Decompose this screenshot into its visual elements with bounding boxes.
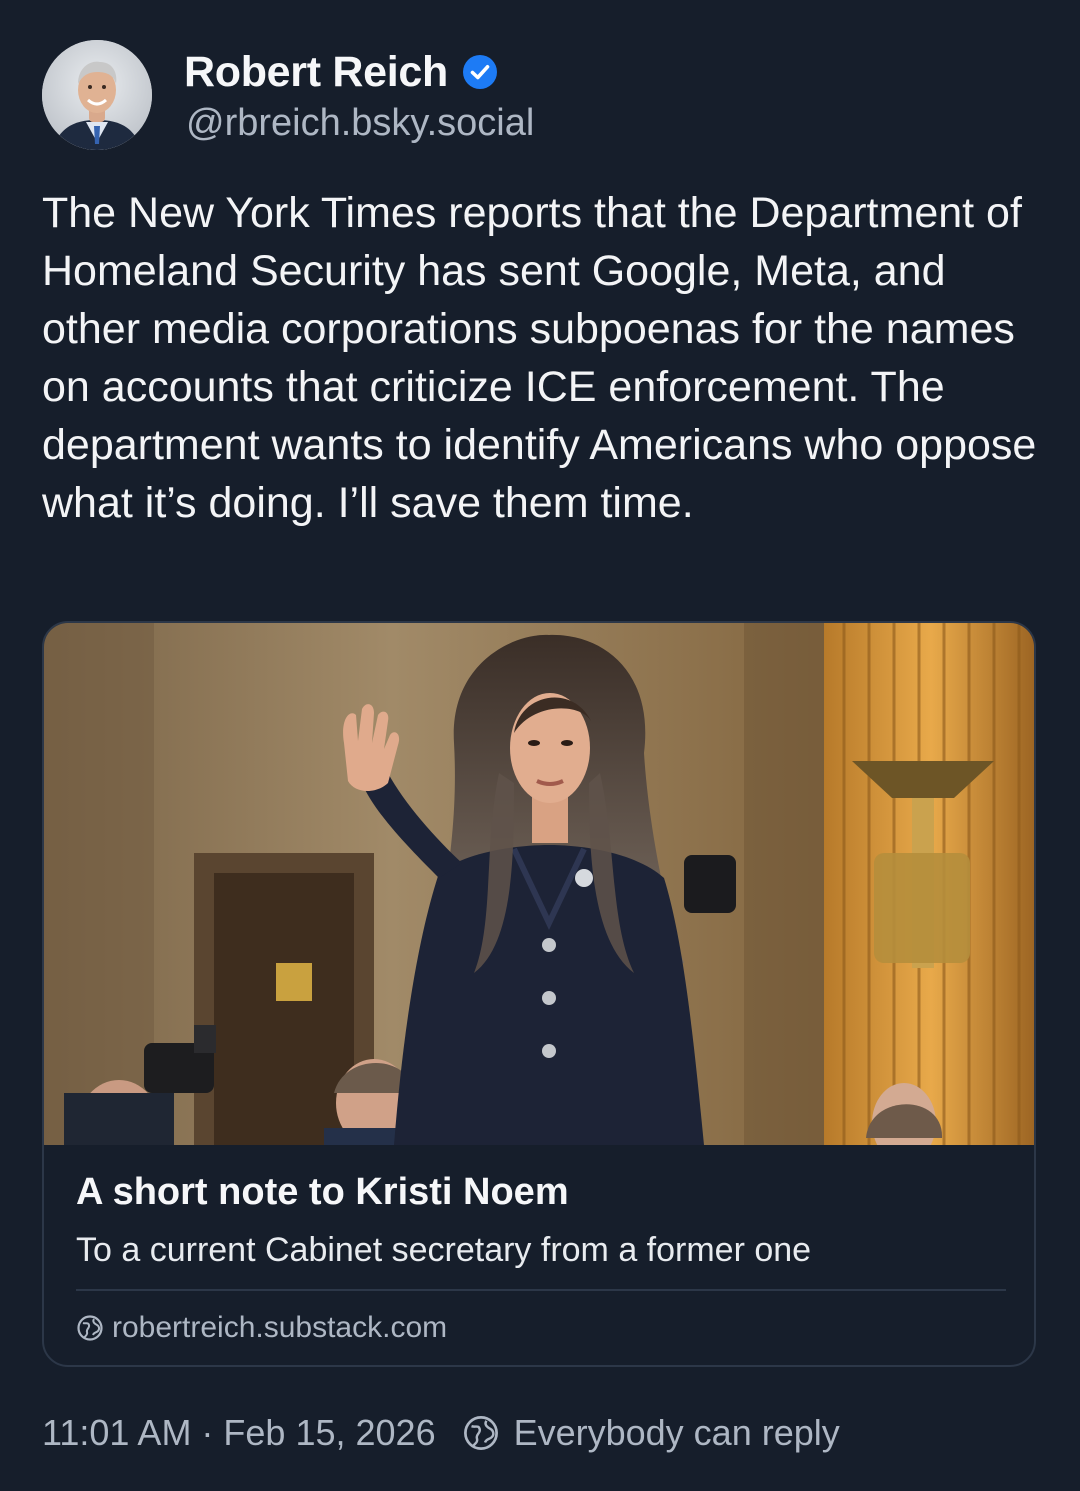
article-photo-icon [44, 623, 1034, 1145]
post-timestamp[interactable]: 11:01 AM · Feb 15, 2026 [42, 1412, 436, 1454]
link-card-divider [76, 1289, 1006, 1291]
post-footer: 11:01 AM · Feb 15, 2026 Everybody can re… [42, 1412, 840, 1454]
author-avatar[interactable] [42, 40, 152, 150]
link-card[interactable]: A short note to Kristi Noem To a current… [42, 621, 1036, 1367]
link-card-description: To a current Cabinet secretary from a fo… [76, 1231, 812, 1269]
verified-badge-icon [462, 54, 498, 90]
link-card-title[interactable]: A short note to Kristi Noem [76, 1171, 569, 1214]
post-text: The New York Times reports that the Depa… [42, 189, 1037, 527]
avatar-photo-icon [42, 40, 152, 150]
link-card-domain-row: robertreich.substack.com [76, 1311, 447, 1345]
globe-icon [76, 1314, 104, 1342]
author-handle[interactable]: @rbreich.bsky.social [186, 102, 534, 145]
reply-globe-icon [462, 1414, 500, 1452]
reply-setting[interactable]: Everybody can reply [514, 1412, 840, 1454]
author-name-row: Robert Reich [184, 44, 498, 100]
author-display-name[interactable]: Robert Reich [184, 48, 448, 97]
post: Robert Reich @rbreich.bsky.social The Ne… [0, 0, 1080, 1491]
link-card-domain: robertreich.substack.com [112, 1311, 448, 1344]
